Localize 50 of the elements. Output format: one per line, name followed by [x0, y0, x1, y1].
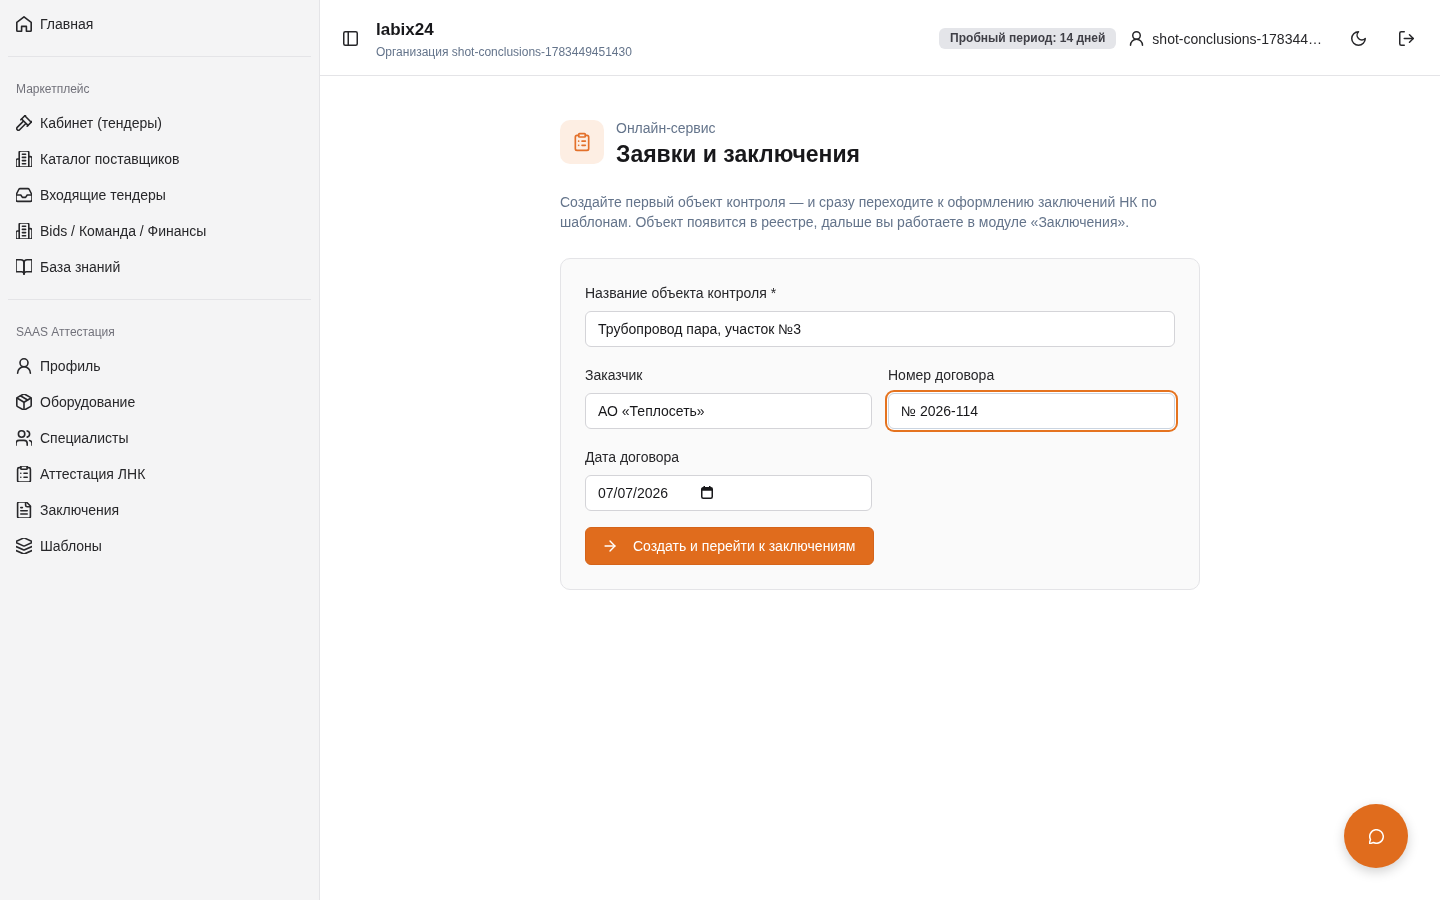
user-icon — [16, 358, 32, 374]
arrow-right-icon — [603, 539, 617, 553]
section-label: Маркетплейс — [15, 81, 90, 98]
chat-icon — [1368, 828, 1384, 844]
building-icon — [16, 151, 32, 167]
nav-link[interactable]: Специалисты — [8, 420, 137, 456]
org-subtitle: Организация shot-conclusions-1783449451430 — [376, 44, 632, 60]
layers-icon — [16, 538, 32, 554]
document-icon — [16, 502, 32, 518]
text-field[interactable]: № 2026-114 — [888, 393, 1175, 429]
inbox-icon — [16, 187, 32, 203]
nav-link[interactable]: Шаблоны — [8, 528, 110, 564]
users-icon — [16, 430, 32, 446]
nav-link[interactable]: Оборудование — [8, 384, 144, 420]
org-title: labix24 — [376, 19, 434, 41]
nav-link[interactable]: Главная — [8, 6, 102, 42]
moon-icon — [1350, 31, 1366, 46]
date-field[interactable]: 07/07/2026 — [585, 475, 872, 511]
home-icon — [16, 16, 32, 32]
sidebar-toggle-icon — [342, 31, 358, 46]
clipboard-list-icon — [16, 466, 32, 482]
clipboard-icon — [560, 120, 604, 164]
nav-link[interactable]: Кабинет (тендеры) — [8, 105, 171, 141]
nav-link[interactable]: Входящие тендеры — [8, 177, 174, 213]
field-label: Номер договора — [888, 366, 995, 385]
nav-link[interactable]: Аттестация ЛНК — [8, 456, 154, 492]
nav-link[interactable]: Каталог поставщиков — [8, 141, 188, 177]
nav-link[interactable]: Заключения — [8, 492, 128, 528]
calendar-icon[interactable] — [701, 486, 713, 499]
page-description: Создайте первый объект контроля — и сразу переходите к оформлению заключений НК по шаблонам. Объект появится в реестре, дальше вы работаете в модуле «Заключения». — [560, 193, 1158, 232]
building-icon — [16, 223, 32, 239]
field-label: Название объекта контроля * — [585, 284, 777, 303]
nav-link[interactable]: База знаний — [8, 249, 129, 285]
user-icon — [1129, 31, 1145, 46]
page-title: Заявки и заключения — [616, 140, 860, 168]
chat-button[interactable] — [1344, 804, 1408, 868]
book-icon — [16, 259, 32, 275]
gavel-icon — [16, 115, 32, 131]
box-icon — [16, 394, 32, 410]
text-field[interactable]: Трубопровод пара, участок №3 — [585, 311, 1175, 347]
nav-link[interactable]: Bids / Команда / Финансы — [8, 213, 215, 249]
nav-link[interactable]: Профиль — [8, 348, 109, 384]
logout-icon — [1398, 31, 1414, 46]
page-eyebrow: Онлайн-сервис — [616, 120, 716, 136]
user-menu-button[interactable]: shot-conclusions-178344… — [1129, 22, 1322, 55]
field-label: Дата договора — [585, 448, 680, 467]
section-label: SAAS Аттестация — [15, 324, 115, 341]
field-label: Заказчик — [585, 366, 643, 385]
trial-badge: Пробный период: 14 дней — [939, 28, 1117, 49]
text-field[interactable]: АО «Теплосеть» — [585, 393, 872, 429]
